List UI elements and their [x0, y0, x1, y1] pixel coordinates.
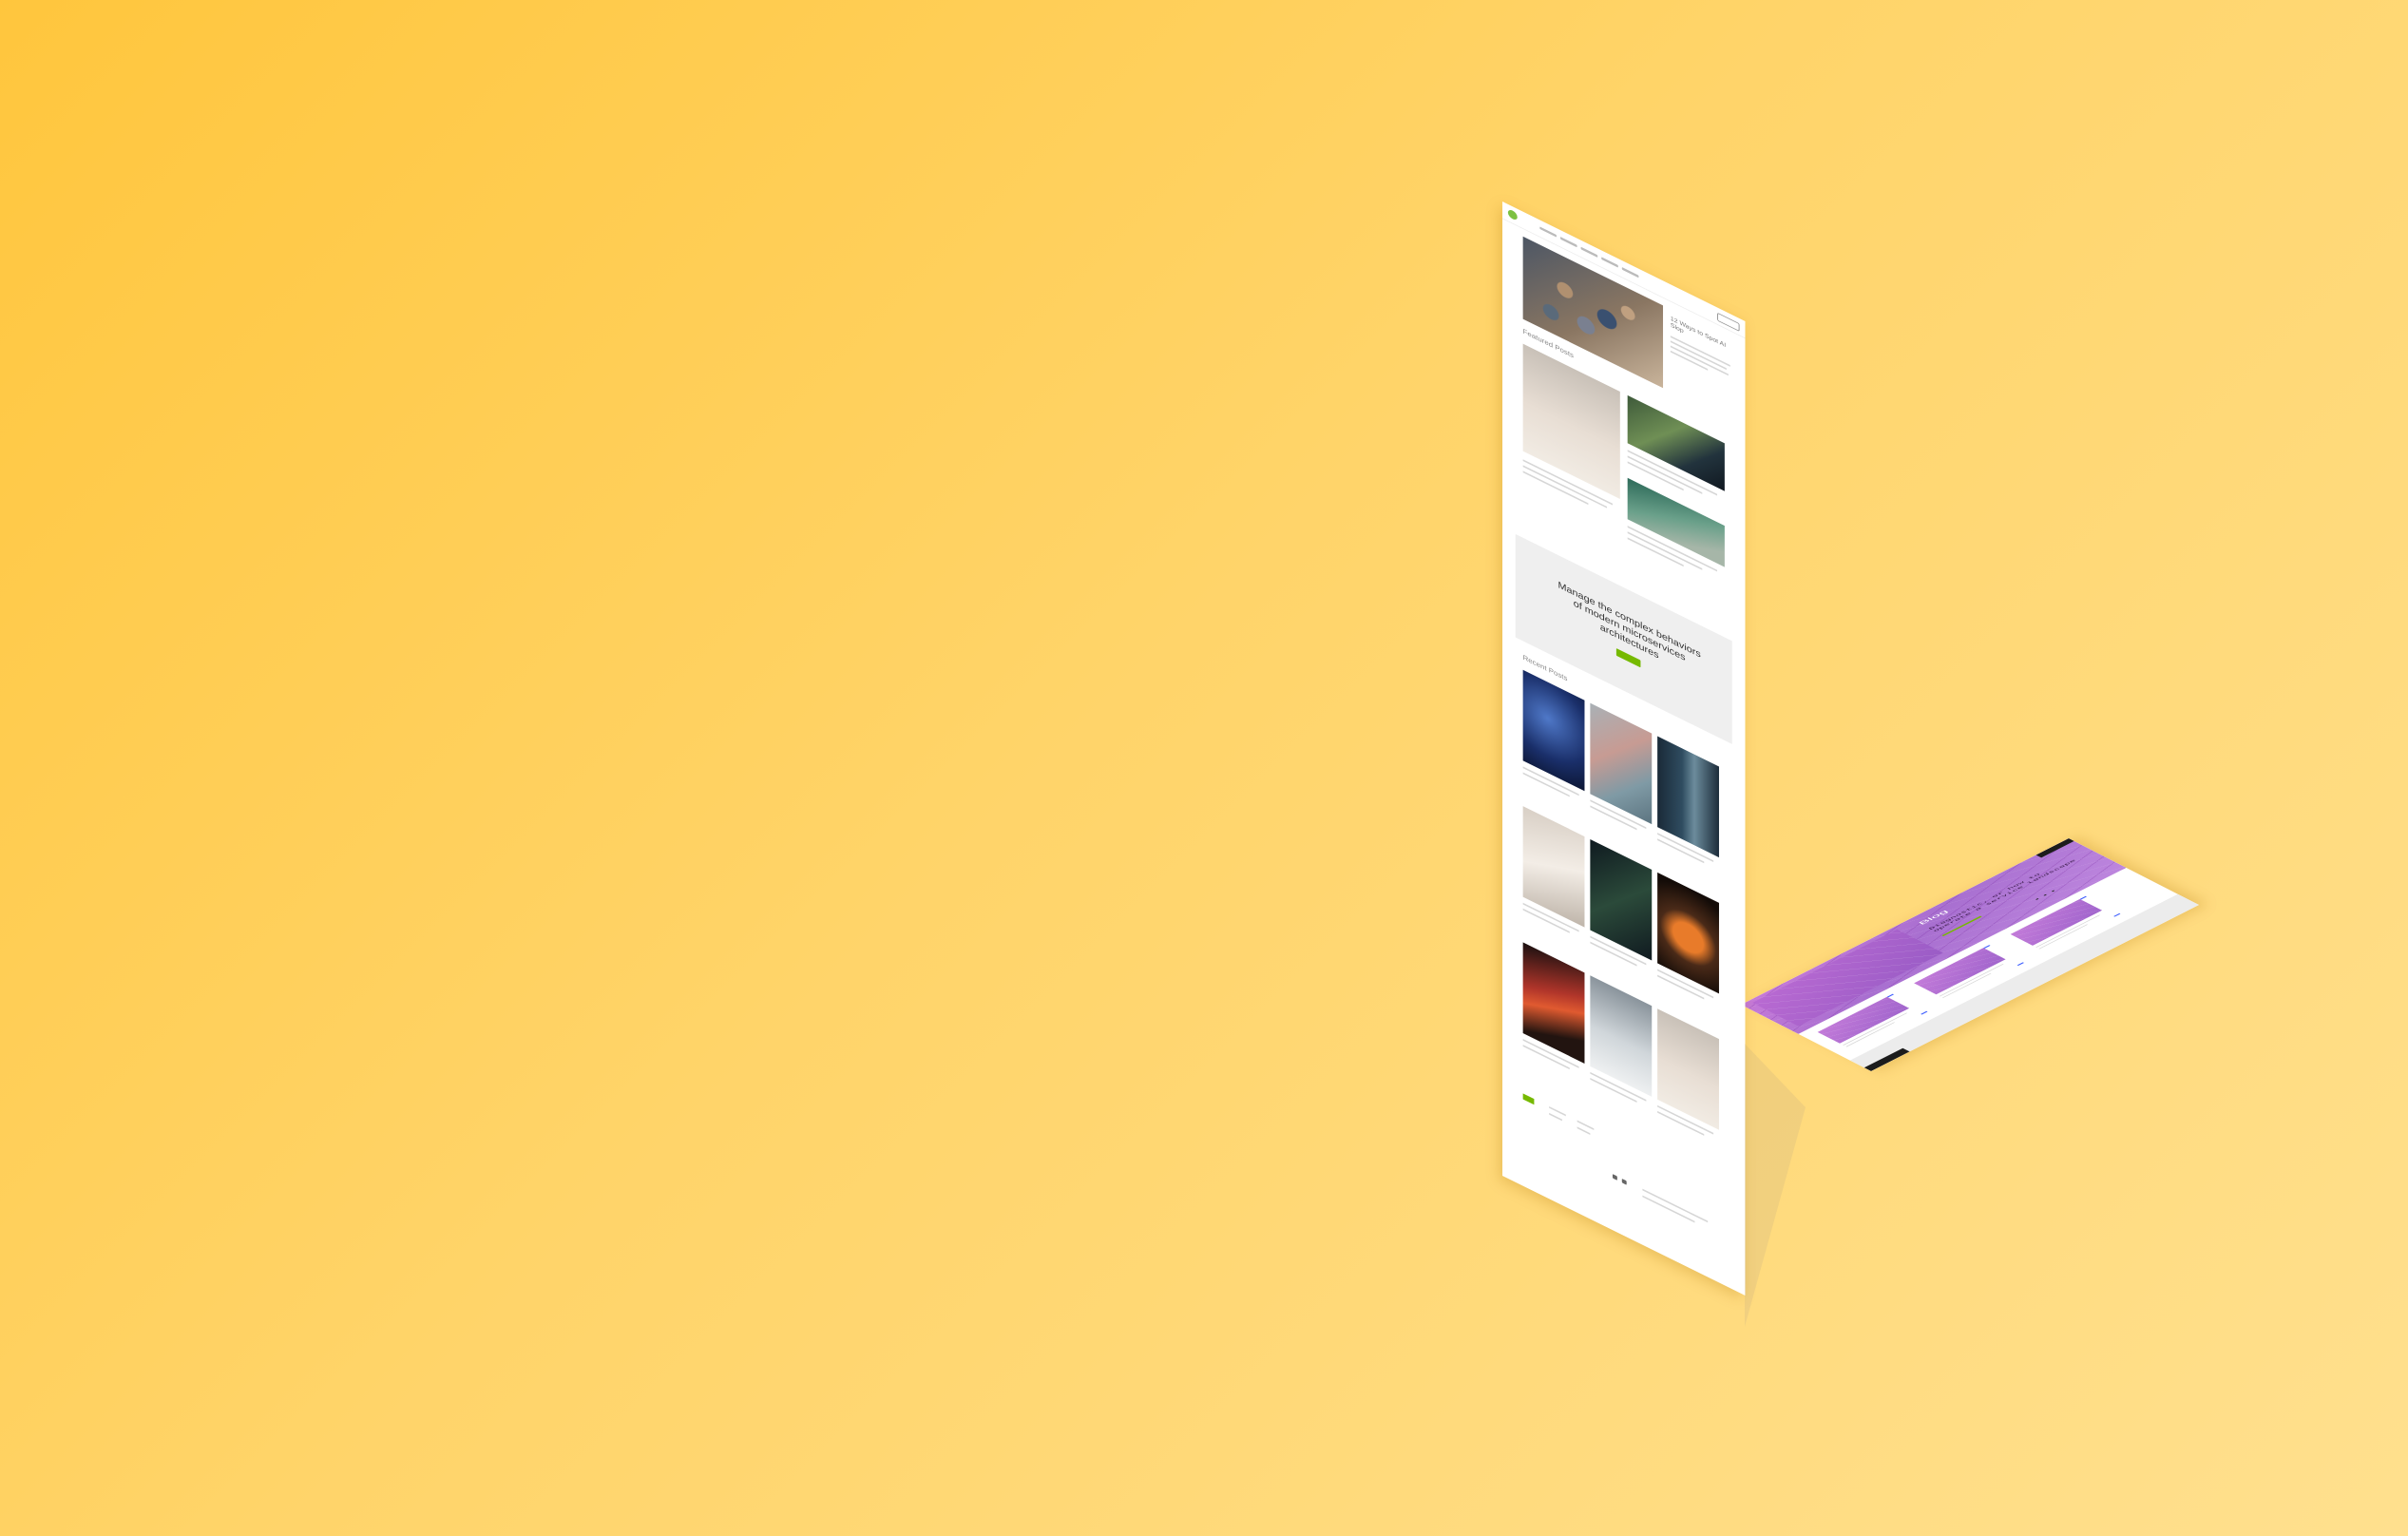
isometric-page-mockup: Blog Diagnostic, or how to operate a ser… — [0, 0, 2408, 1536]
carousel-dots[interactable]: • • • — [2034, 889, 2058, 901]
marker — [2016, 962, 2024, 967]
nav-item[interactable] — [1621, 266, 1639, 278]
shadow-wedge — [1745, 1044, 1806, 1327]
hero-banner: Blog Diagnostic, or how to operate a ser… — [1741, 837, 2127, 1034]
logo-icon[interactable] — [1507, 208, 1518, 221]
footer-subscribe-button[interactable] — [1522, 1093, 1535, 1105]
footer-link[interactable] — [1549, 1112, 1562, 1122]
page-footer — [1849, 893, 2200, 1071]
marker — [1983, 945, 1991, 949]
nav-item[interactable] — [1539, 226, 1557, 238]
hero-image — [1752, 929, 1943, 1027]
footer-legal-text — [1642, 1188, 1709, 1223]
contact-shadow — [1745, 1044, 1806, 1327]
menu-button[interactable] — [2035, 837, 2074, 858]
marker — [2079, 895, 2087, 900]
vertical-page: 12 Ways to Spot AI Slop Featured Posts M… — [1502, 202, 1746, 1296]
marker — [1921, 1010, 1928, 1015]
floor-page: Blog Diagnostic, or how to operate a ser… — [1741, 837, 2200, 1071]
banner-text: Manage the complex behaviors of modern m… — [1558, 580, 1701, 663]
footer-link[interactable] — [1577, 1126, 1591, 1135]
nav-item[interactable] — [1559, 236, 1577, 248]
nav-item[interactable] — [1580, 246, 1598, 258]
featured-post-image[interactable] — [1522, 343, 1620, 499]
sign-in-button[interactable] — [1717, 312, 1740, 332]
marker — [1886, 993, 1895, 998]
social-icon[interactable] — [1612, 1174, 1617, 1181]
marker — [2113, 912, 2121, 917]
footer-legal-text — [1642, 1195, 1695, 1223]
social-icon[interactable] — [1621, 1178, 1627, 1185]
featured-post-image[interactable] — [1627, 394, 1725, 491]
nav-item[interactable] — [1601, 257, 1618, 268]
